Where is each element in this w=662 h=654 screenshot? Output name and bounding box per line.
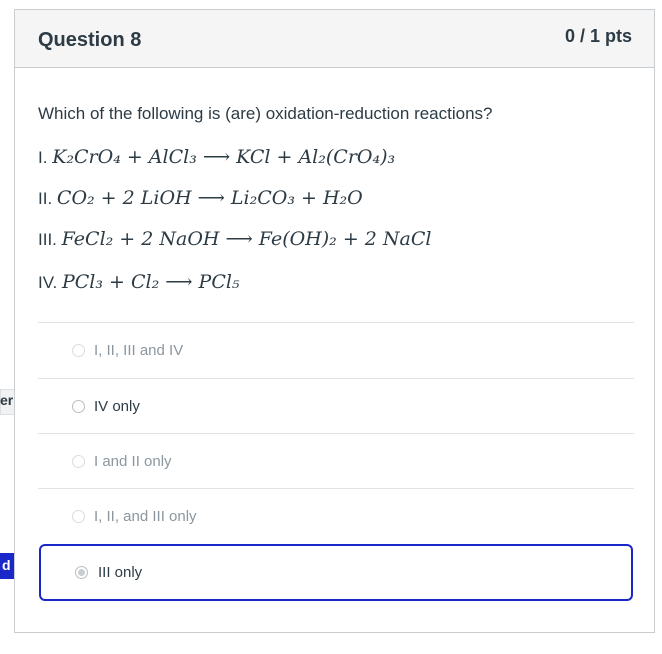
radio-button[interactable]: [72, 400, 85, 413]
question-title: Question 8: [38, 29, 142, 51]
correct-answer-tag-label: er: [0, 392, 14, 408]
reaction-2: II. CO₂ + 2 LiOH ⟶ Li₂CO₃ + H₂O: [38, 187, 363, 209]
reaction-4-equation: PCl₃ + Cl₂ ⟶ PCl₅: [61, 271, 240, 293]
question-points: 0 / 1 pts: [564, 26, 632, 46]
answer-label: I, II, III and IV: [94, 342, 184, 359]
reaction-2-equation: CO₂ + 2 LiOH ⟶ Li₂CO₃ + H₂O: [56, 187, 363, 209]
reaction-1-equation: K₂CrO₄ + AlCl₃ ⟶ KCl + Al₂(CrO₄)₃: [52, 146, 396, 168]
radio-button[interactable]: [72, 344, 85, 357]
radio-button[interactable]: [72, 510, 85, 523]
answer-label: I, II, and III only: [94, 508, 197, 525]
question-prompt: Which of the following is (are) oxidatio…: [38, 104, 493, 123]
answer-label: I and II only: [94, 453, 172, 470]
reaction-2-label: II.: [38, 189, 53, 208]
answer-label: IV only: [94, 398, 140, 415]
reaction-4: IV. PCl₃ + Cl₂ ⟶ PCl₅: [38, 271, 240, 293]
answer-option-4[interactable]: I, II, and III only: [38, 489, 634, 544]
reaction-3-label: III.: [38, 230, 57, 249]
question-card: Question 8 0 / 1 pts Which of the follow…: [14, 9, 655, 633]
reaction-3-equation: FeCl₂ + 2 NaOH ⟶ Fe(OH)₂ + 2 NaCl: [61, 228, 432, 250]
reaction-3: III. FeCl₂ + 2 NaOH ⟶ Fe(OH)₂ + 2 NaCl: [38, 228, 431, 250]
radio-button-selected[interactable]: [75, 566, 88, 579]
answer-option-5-selected[interactable]: III only: [39, 544, 633, 601]
radio-button[interactable]: [72, 455, 85, 468]
answer-option-1[interactable]: I, II, III and IV: [38, 323, 634, 378]
you-answered-tag-label: d: [2, 557, 11, 573]
answer-label: III only: [98, 564, 143, 581]
reaction-1: I. K₂CrO₄ + AlCl₃ ⟶ KCl + Al₂(CrO₄)₃: [38, 146, 395, 168]
question-header: Question 8 0 / 1 pts: [15, 10, 654, 68]
answer-option-3[interactable]: I and II only: [38, 434, 634, 489]
answer-option-2[interactable]: IV only: [38, 379, 634, 434]
reaction-1-label: I.: [38, 148, 48, 167]
reaction-4-label: IV.: [38, 273, 58, 292]
